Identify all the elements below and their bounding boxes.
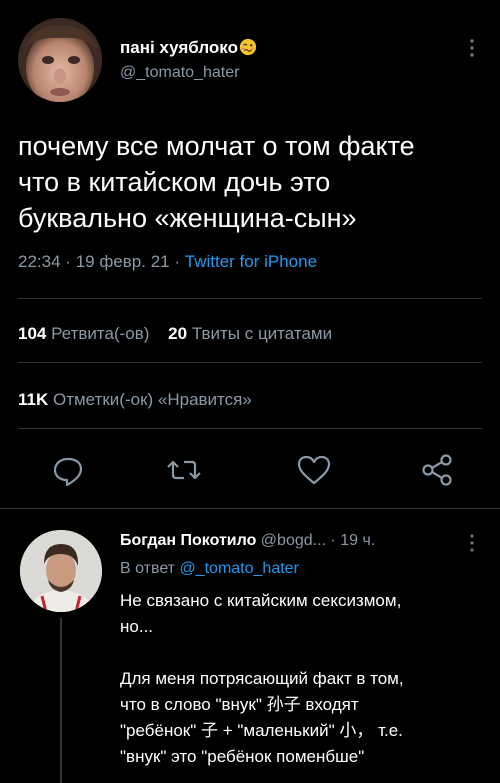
likes-count: 11K bbox=[18, 390, 49, 409]
reply-separator: · bbox=[330, 532, 336, 549]
divider bbox=[18, 428, 482, 429]
author-avatar[interactable] bbox=[18, 18, 102, 102]
reply-icon[interactable] bbox=[48, 450, 88, 490]
likes-label: Отметки(-ок) «Нравится» bbox=[52, 390, 252, 409]
reply-author-name[interactable]: Богдан Покотило bbox=[120, 532, 256, 549]
author-name-text: пані хуяблоко bbox=[120, 38, 238, 57]
reply-header: Богдан Покотило @bogd... · 19 ч. bbox=[120, 532, 375, 550]
reply-author-avatar[interactable] bbox=[20, 530, 102, 612]
reply-tweet[interactable]: Богдан Покотило @bogd... · 19 ч. В ответ… bbox=[0, 508, 500, 783]
heart-icon[interactable] bbox=[294, 450, 334, 490]
more-vertical-icon[interactable] bbox=[462, 36, 482, 60]
tweet-date: 19 февр. 21 bbox=[75, 252, 170, 271]
thread-line bbox=[60, 618, 62, 783]
meta-separator: · bbox=[65, 252, 71, 271]
tweet-time: 22:34 bbox=[18, 252, 61, 271]
replying-to-label: В ответ bbox=[120, 560, 176, 577]
retweet-stats-row[interactable]: 104 Ретвита(-ов) 20 Твиты с цитатами bbox=[18, 324, 332, 344]
replying-to-mention[interactable]: @_tomato_hater bbox=[179, 560, 298, 577]
share-icon[interactable] bbox=[418, 450, 458, 490]
tweet-action-bar bbox=[0, 450, 500, 490]
woozy-face-emoji-icon bbox=[239, 38, 257, 56]
quotes-count: 20 bbox=[168, 324, 188, 343]
retweet-icon[interactable] bbox=[164, 450, 204, 490]
reply-time: 19 ч. bbox=[340, 532, 376, 549]
tweet-header: пані хуяблоко @_tomato_hater bbox=[18, 18, 482, 108]
author-handle[interactable]: @_tomato_hater bbox=[120, 64, 239, 82]
tweet-text: почему все молчат о том факте что в кита… bbox=[18, 131, 415, 233]
reply-text: Не связано с китайским сексизмом, но... … bbox=[120, 591, 404, 766]
tweet-meta: 22:34 · 19 февр. 21 · Twitter for iPhone bbox=[18, 252, 317, 272]
tweet-source-link[interactable]: Twitter for iPhone bbox=[185, 252, 317, 271]
retweets-label: Ретвита(-ов) bbox=[51, 324, 150, 343]
author-name[interactable]: пані хуяблоко bbox=[120, 38, 257, 58]
divider bbox=[18, 298, 482, 299]
retweets-count: 104 bbox=[18, 324, 47, 343]
reply-author-handle[interactable]: @bogd... bbox=[261, 532, 326, 549]
meta-separator: · bbox=[174, 252, 181, 271]
likes-stats-row[interactable]: 11K Отметки(-ок) «Нравится» bbox=[18, 390, 252, 410]
more-vertical-icon[interactable] bbox=[462, 532, 482, 554]
quotes-label: Твиты с цитатами bbox=[191, 324, 333, 343]
divider bbox=[18, 362, 482, 363]
replying-to: В ответ @_tomato_hater bbox=[120, 560, 299, 578]
